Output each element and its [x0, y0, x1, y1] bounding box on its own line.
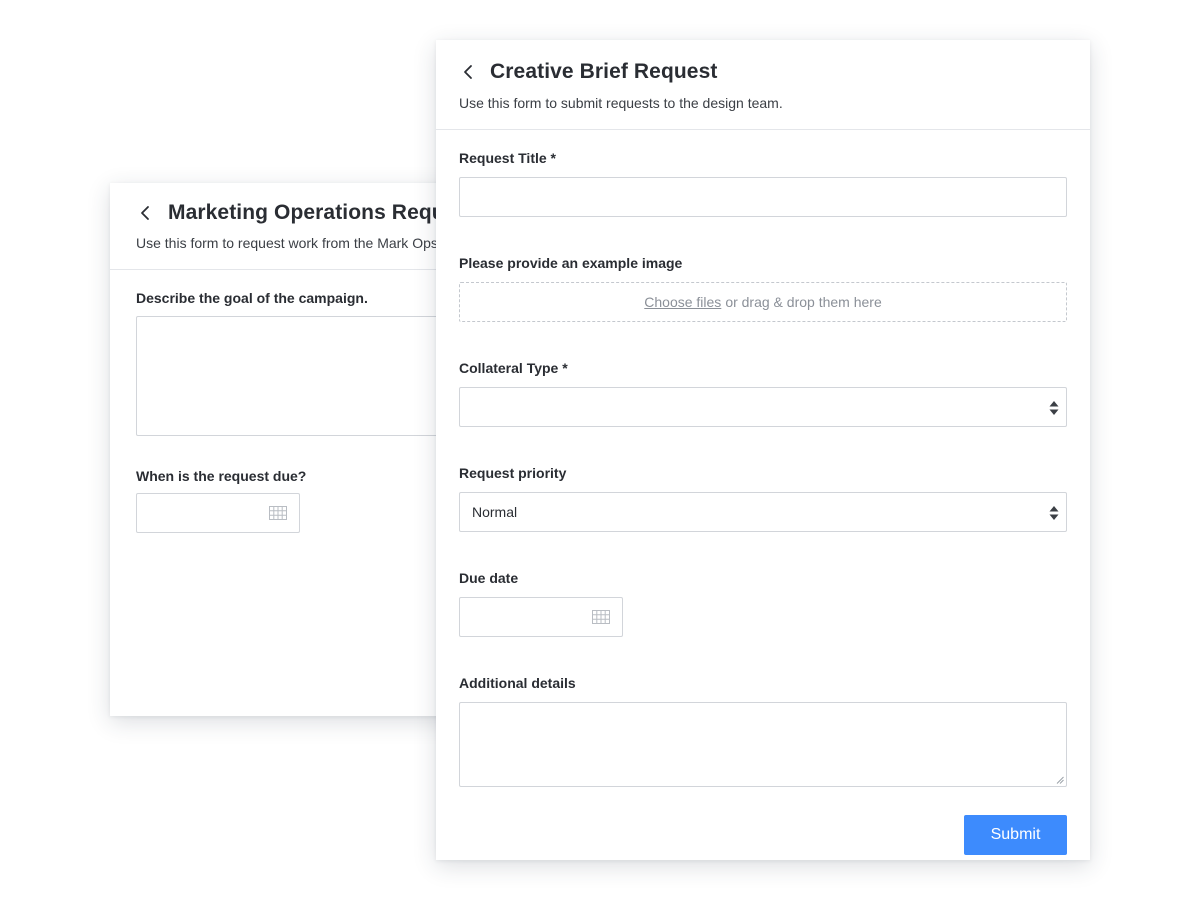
dropzone-hint: or drag & drop them here	[725, 294, 882, 310]
additional-details-textarea[interactable]	[459, 702, 1067, 787]
choose-files-link[interactable]: Choose files	[644, 294, 721, 310]
example-image-field: Please provide an example image Choose f…	[459, 255, 1067, 322]
due-date-label: Due date	[459, 570, 519, 586]
additional-details-field: Additional details	[459, 675, 1067, 787]
form-body: Request Title * Please provide an exampl…	[436, 130, 1090, 855]
request-priority-field: Request priority Normal	[459, 465, 1067, 532]
form-subtitle: Use this form to submit requests to the …	[459, 95, 783, 111]
calendar-icon[interactable]	[592, 610, 610, 624]
sort-arrows-icon	[1049, 505, 1059, 521]
back-chevron-icon[interactable]	[459, 63, 477, 81]
form-title: Creative Brief Request	[490, 60, 718, 83]
due-date-input[interactable]	[136, 493, 300, 533]
form-actions: Submit	[459, 815, 1067, 855]
request-priority-select[interactable]: Normal	[459, 492, 1067, 532]
collateral-type-field: Collateral Type *	[459, 360, 1067, 427]
request-priority-label: Request priority	[459, 465, 567, 481]
due-date-input[interactable]	[459, 597, 623, 637]
additional-details-label: Additional details	[459, 675, 576, 691]
form-title: Marketing Operations Request	[168, 201, 476, 224]
request-title-field: Request Title *	[459, 150, 1067, 217]
file-dropzone[interactable]: Choose files or drag & drop them here	[459, 282, 1067, 322]
back-chevron-icon[interactable]	[136, 204, 154, 222]
resize-handle-icon[interactable]	[1056, 776, 1064, 784]
title-row: Creative Brief Request	[459, 60, 1090, 84]
goal-textarea[interactable]	[136, 316, 456, 436]
stage: Marketing Operations Request Use this fo…	[0, 0, 1200, 900]
collateral-type-select[interactable]	[459, 387, 1067, 427]
due-date-field: Due date	[459, 570, 1067, 637]
request-priority-value: Normal	[472, 504, 518, 520]
request-title-label: Request Title *	[459, 150, 556, 166]
example-image-label: Please provide an example image	[459, 255, 683, 271]
request-title-input[interactable]	[459, 177, 1067, 217]
submit-button[interactable]: Submit	[964, 815, 1067, 855]
collateral-type-label: Collateral Type *	[459, 360, 568, 376]
calendar-icon[interactable]	[269, 506, 287, 520]
sort-arrows-icon	[1049, 400, 1059, 416]
creative-brief-form-card: Creative Brief Request Use this form to …	[436, 40, 1090, 860]
form-header: Creative Brief Request Use this form to …	[436, 40, 1090, 130]
